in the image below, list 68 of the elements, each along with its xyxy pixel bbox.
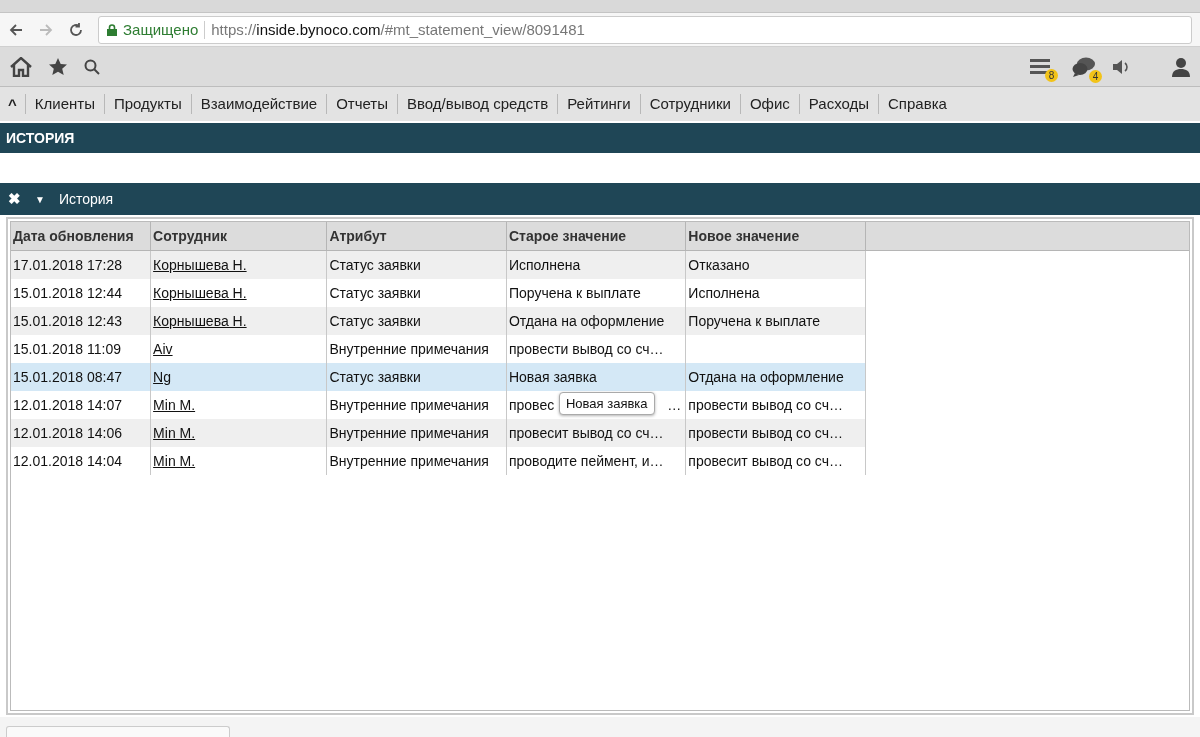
table-cell: Отдана на оформление: [506, 307, 686, 335]
lock-icon: [107, 23, 117, 36]
back-icon[interactable]: [8, 21, 24, 38]
panel-title: История: [58, 191, 114, 207]
speaker-icon[interactable]: [1112, 58, 1130, 75]
collapse-toggle[interactable]: ^: [2, 95, 25, 113]
column-header[interactable]: Новое значение: [685, 222, 866, 251]
table-cell: Поручена к выплате: [685, 307, 866, 335]
menu-item[interactable]: Ввод/вывод средств: [397, 94, 558, 114]
table-row[interactable]: 17.01.2018 17:28 Корнышева Н. Статус заявки Исполнена Отказано: [11, 250, 1189, 279]
count-badge: 4: [1089, 69, 1102, 83]
home-icon[interactable]: [10, 56, 32, 77]
menu-item[interactable]: Взаимодействие: [190, 94, 327, 114]
table-cell: Статус заявки: [327, 307, 507, 335]
table-cell: 12.01.2018 14:06: [11, 419, 151, 447]
menu-item[interactable]: Сотрудники: [639, 94, 740, 114]
table-row[interactable]: 15.01.2018 08:47 Ng Статус заявки Новая заявка Отдана на оформление: [11, 363, 1189, 391]
table-cell: 17.01.2018 17:28: [11, 250, 151, 279]
close-button[interactable]: ✖: [8, 190, 21, 208]
menu-item[interactable]: Офис: [739, 94, 799, 114]
table-row[interactable]: 15.01.2018 12:43 Корнышева Н. Статус заявки Отдана на оформление Поручена к выплате: [11, 307, 1189, 335]
star-icon[interactable]: [48, 56, 68, 77]
column-header[interactable]: Дата обновления: [11, 222, 151, 251]
table-cell: Внутренние примечания: [327, 419, 507, 447]
table-cell: 15.01.2018 12:43: [11, 307, 151, 335]
table-cell: провести вывод со сч…: [685, 419, 866, 447]
table-row[interactable]: 12.01.2018 14:06 Min M. Внутренние примечания провесит вывод со сч… провести вывод со сч…: [11, 419, 1189, 447]
table-cell: провесит вывод со сч…: [685, 447, 866, 475]
table-cell: Статус заявки: [327, 363, 507, 391]
employee-link[interactable]: Min M.: [153, 425, 196, 441]
table-row[interactable]: 12.01.2018 14:07 Min M. Внутренние примечания провес … Новая заявка провести вывод со сч…: [11, 391, 1189, 419]
employee-link[interactable]: Min M.: [153, 453, 196, 469]
menu-item[interactable]: Клиенты: [24, 94, 104, 114]
url-text: https://inside.bynoco.com/#mt_statement_view/8091481: [211, 21, 585, 38]
reload-icon[interactable]: [68, 21, 84, 38]
table-cell: Отказано: [685, 250, 866, 279]
count-badge: 8: [1045, 68, 1058, 82]
column-header[interactable]: Старое значение: [506, 222, 686, 251]
menu-item[interactable]: Продукты: [103, 94, 191, 114]
table-cell: Исполнена: [506, 250, 686, 279]
tooltip: Новая заявка: [558, 392, 655, 415]
column-header[interactable]: Атрибут: [327, 222, 507, 251]
search-icon[interactable]: [84, 58, 100, 75]
table-cell: Отдана на оформление: [685, 363, 866, 391]
user-icon[interactable]: [1172, 56, 1190, 77]
table-cell: провесит вывод со сч…: [506, 419, 686, 447]
security-label: Защищено: [123, 21, 199, 38]
employee-link[interactable]: Aiv: [153, 341, 173, 357]
menu-item[interactable]: Отчеты: [326, 94, 398, 114]
employee-link[interactable]: Ng: [153, 369, 171, 385]
menu-item[interactable]: Рейтинги: [557, 94, 640, 114]
table-cell-text: провес: [508, 397, 555, 413]
page-title: ИСТОРИЯ: [0, 123, 1200, 153]
table-cell: Статус заявки: [327, 250, 507, 279]
menu-item[interactable]: Расходы: [798, 94, 879, 114]
table-cell: Новая заявка: [506, 363, 686, 391]
ellipsis-text: …: [667, 397, 682, 413]
employee-link[interactable]: Min M.: [153, 397, 196, 413]
collapse-toggle[interactable]: ▼: [35, 193, 45, 205]
table-row[interactable]: 12.01.2018 14:04 Min M. Внутренние примечания проводите пеймент, и… провесит вывод со сч…: [11, 447, 1189, 475]
employee-link[interactable]: Корнышева Н.: [153, 285, 247, 301]
address-field[interactable]: Защищено https://inside.bynoco.com/#mt_statement_view/8091481: [98, 15, 1192, 44]
column-header[interactable]: Сотрудник: [150, 222, 327, 251]
table-cell: 15.01.2018 08:47: [11, 363, 151, 391]
table-cell: проводите пеймент, и…: [506, 447, 686, 475]
menu-item[interactable]: Справка: [878, 94, 956, 114]
table-cell: Внутренние примечания: [327, 447, 507, 475]
table-cell: 12.01.2018 14:04: [11, 447, 151, 475]
